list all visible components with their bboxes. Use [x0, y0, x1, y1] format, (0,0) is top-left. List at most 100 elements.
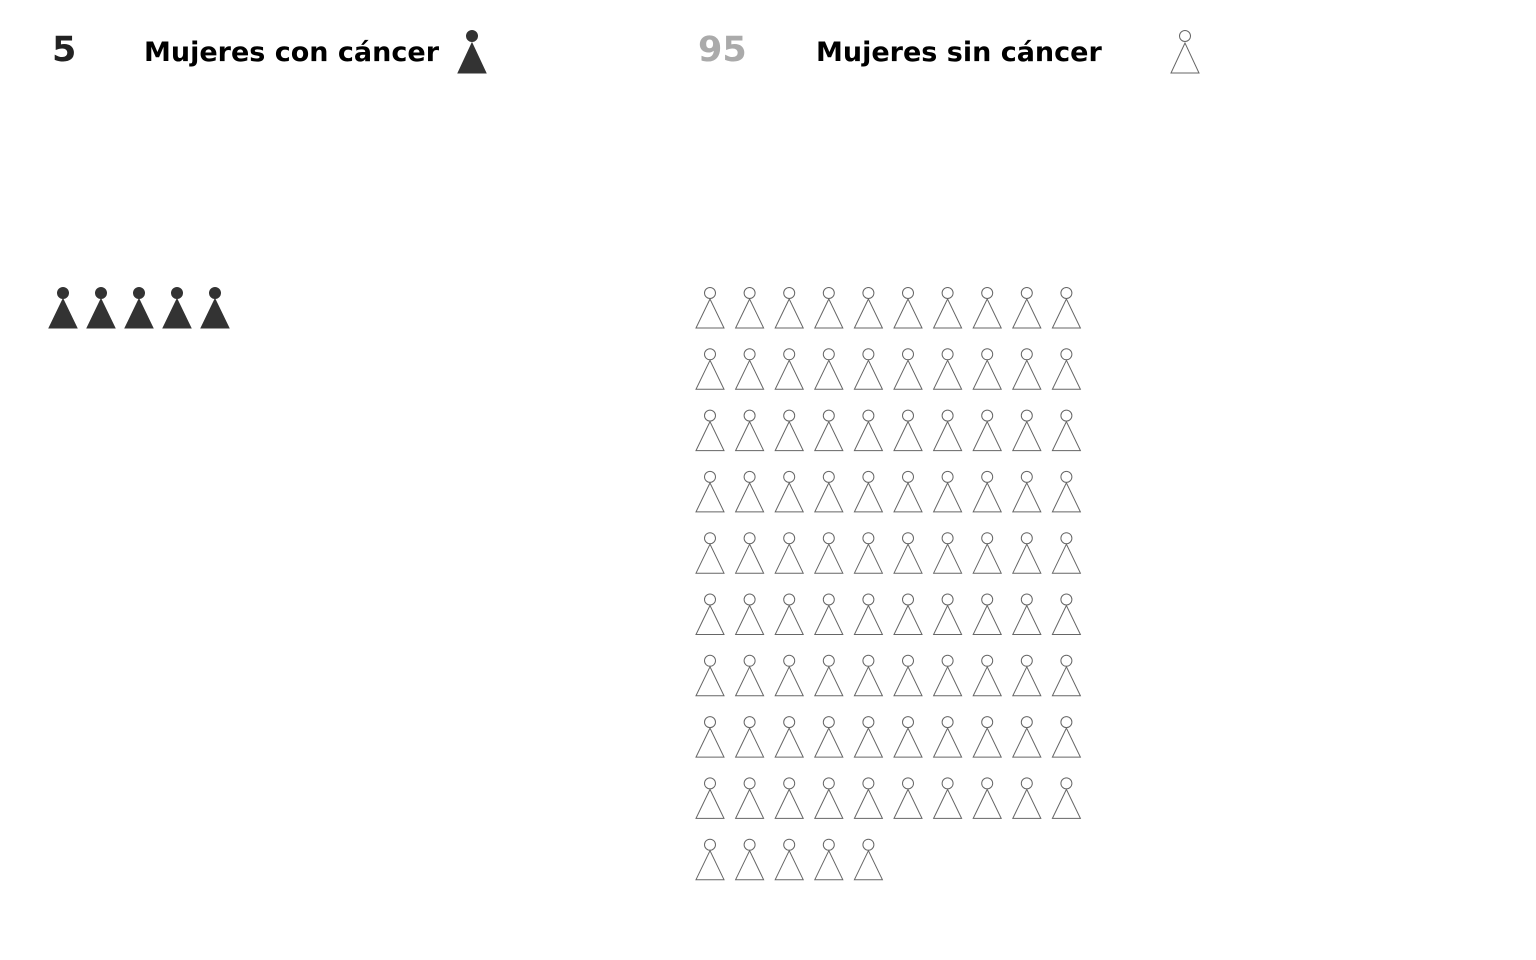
person-without-cancer-icon [893, 532, 923, 574]
person-without-cancer-icon [814, 409, 844, 452]
person-with-cancer-icon [86, 287, 116, 329]
person-with-cancer-icon [162, 287, 192, 329]
person-without-cancer-icon [853, 532, 884, 574]
person-without-cancer-icon [893, 287, 923, 329]
person-without-cancer-icon [695, 716, 725, 758]
person-without-cancer-icon [734, 287, 765, 329]
person-without-cancer-icon [1051, 348, 1082, 390]
person-without-cancer-icon [814, 654, 844, 697]
person-without-cancer-icon [1012, 470, 1042, 513]
person-without-cancer-icon [853, 838, 884, 881]
person-with-cancer-icon [124, 287, 154, 329]
person-without-cancer-icon [1051, 287, 1082, 329]
person-without-cancer-icon [853, 348, 884, 390]
person-without-cancer-icon [814, 348, 844, 390]
person-without-cancer-icon [774, 348, 804, 390]
person-without-cancer-icon [893, 593, 923, 635]
person-without-cancer-icon [814, 777, 844, 819]
person-without-cancer-icon [1012, 716, 1042, 758]
person-without-cancer-icon [695, 287, 725, 329]
person-without-cancer-icon [814, 716, 844, 758]
person-without-cancer-icon [1051, 716, 1082, 758]
person-without-cancer-icon [814, 532, 844, 574]
person-with-cancer-icon [200, 287, 230, 329]
person-without-cancer-icon [774, 532, 804, 574]
person-without-cancer-icon [932, 470, 963, 513]
person-without-cancer-icon [972, 287, 1002, 329]
person-without-cancer-icon [814, 287, 844, 329]
person-without-cancer-icon [695, 532, 725, 574]
person-without-cancer-icon [932, 777, 963, 819]
person-without-cancer-icon [734, 838, 765, 881]
person-without-cancer-icon [774, 654, 804, 697]
person-without-cancer-icon [734, 654, 765, 697]
person-without-cancer-icon [1012, 287, 1042, 329]
person-without-cancer-icon [734, 409, 765, 452]
person-without-cancer-icon [853, 593, 884, 635]
person-without-cancer-icon [1051, 409, 1082, 452]
person-without-cancer-icon [734, 777, 765, 819]
person-without-cancer-icon [695, 470, 725, 513]
person-without-cancer-icon [1051, 593, 1082, 635]
person-without-cancer-icon [893, 409, 923, 452]
person-without-cancer-icon [1012, 777, 1042, 819]
person-without-cancer-icon [1051, 470, 1082, 513]
person-without-cancer-icon [814, 838, 844, 881]
person-with-cancer-icon [48, 287, 78, 329]
person-without-cancer-icon [932, 409, 963, 452]
person-without-cancer-icon [853, 654, 884, 697]
person-without-cancer-icon [695, 838, 725, 881]
person-without-cancer-icon [893, 654, 923, 697]
person-without-cancer-icon [814, 593, 844, 635]
person-without-cancer-icon [695, 593, 725, 635]
person-without-cancer-icon [972, 348, 1002, 390]
person-without-cancer-icon [774, 593, 804, 635]
person-without-cancer-icon [853, 287, 884, 329]
person-without-cancer-icon [774, 777, 804, 819]
person-without-cancer-icon [774, 838, 804, 881]
person-without-cancer-icon [932, 593, 963, 635]
person-without-cancer-icon [972, 470, 1002, 513]
person-without-cancer-icon [695, 654, 725, 697]
person-without-cancer-icon [774, 287, 804, 329]
person-without-cancer-icon [734, 593, 765, 635]
person-without-cancer-icon [695, 348, 725, 390]
person-without-cancer-icon [972, 654, 1002, 697]
person-without-cancer-icon [695, 409, 725, 452]
person-without-cancer-icon [893, 716, 923, 758]
person-without-cancer-icon [932, 287, 963, 329]
person-without-cancer-icon [853, 470, 884, 513]
person-without-cancer-icon [932, 532, 963, 574]
person-without-cancer-icon [972, 716, 1002, 758]
person-without-cancer-icon [972, 593, 1002, 635]
person-without-cancer-icon [893, 470, 923, 513]
person-without-cancer-icon [734, 470, 765, 513]
person-without-cancer-icon [734, 532, 765, 574]
person-without-cancer-icon [1051, 654, 1082, 697]
person-without-cancer-icon [972, 777, 1002, 819]
person-without-cancer-icon [814, 470, 844, 513]
person-without-cancer-icon [853, 716, 884, 758]
person-without-cancer-icon [774, 716, 804, 758]
person-without-cancer-icon [734, 716, 765, 758]
person-without-cancer-icon [932, 348, 963, 390]
pictograph-chart [48, 287, 1082, 881]
person-without-cancer-icon [853, 409, 884, 452]
person-without-cancer-icon [972, 409, 1002, 452]
person-without-cancer-icon [853, 777, 884, 819]
person-without-cancer-icon [1012, 532, 1042, 574]
person-without-cancer-icon [893, 348, 923, 390]
person-without-cancer-icon [932, 716, 963, 758]
person-without-cancer-icon [972, 532, 1002, 574]
person-without-cancer-icon [1012, 348, 1042, 390]
person-without-cancer-icon [1051, 777, 1082, 819]
person-without-cancer-icon [1012, 409, 1042, 452]
person-without-cancer-icon [695, 777, 725, 819]
person-without-cancer-icon [1012, 593, 1042, 635]
person-without-cancer-icon [932, 654, 963, 697]
person-without-cancer-icon [774, 409, 804, 452]
person-without-cancer-icon [893, 777, 923, 819]
person-without-cancer-icon [774, 470, 804, 513]
person-without-cancer-icon [1012, 654, 1042, 697]
person-without-cancer-icon [1051, 532, 1082, 574]
